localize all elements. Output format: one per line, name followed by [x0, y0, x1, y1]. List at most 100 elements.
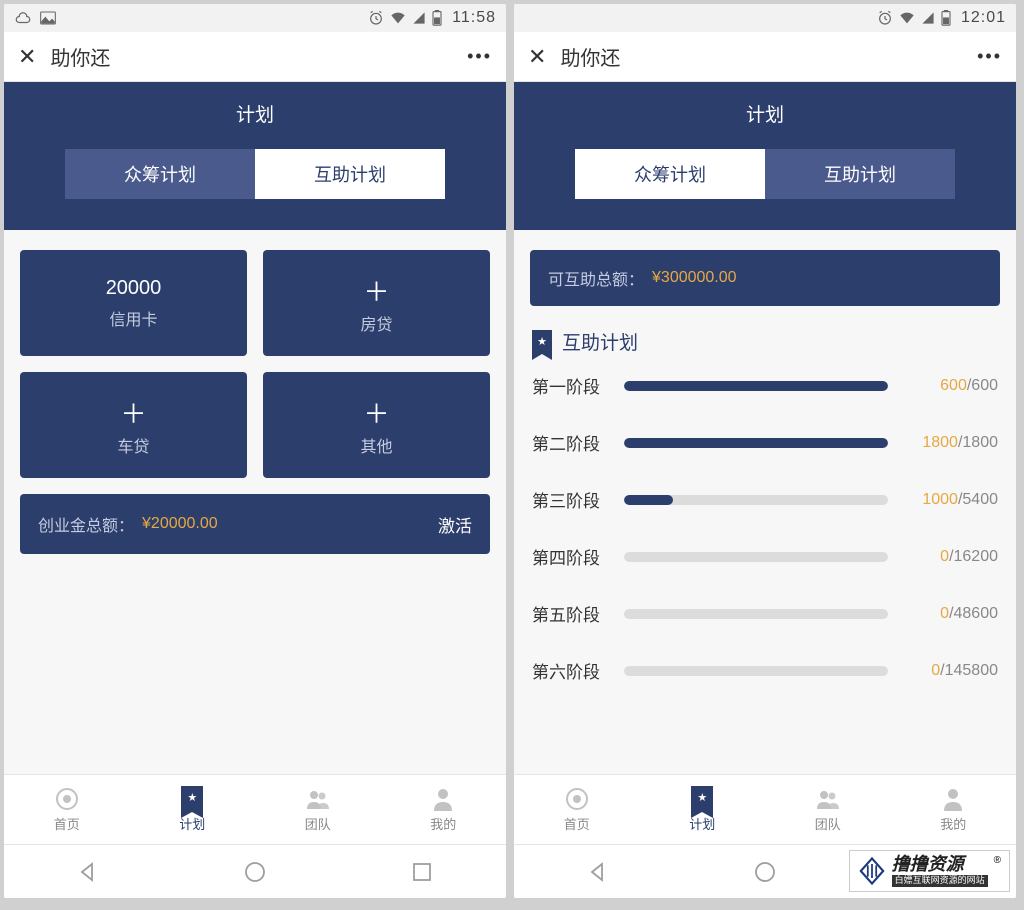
nav-mine[interactable]: 我的	[381, 775, 507, 844]
tab-crowdfunding[interactable]: 众筹计划	[575, 149, 765, 199]
tab-crowdfunding[interactable]: 众筹计划	[65, 149, 255, 199]
app-title: 助你还	[50, 42, 110, 71]
nav-plan[interactable]: ★ 计划	[130, 775, 256, 844]
nav-label: 团队	[305, 814, 331, 833]
cloud-icon	[14, 11, 32, 25]
tab-mutual[interactable]: 互助计划	[765, 149, 955, 199]
card-credit[interactable]: 20000 信用卡	[20, 250, 247, 356]
stage-row: 第一阶段 600/600	[530, 373, 1000, 398]
nav-label: 我的	[940, 814, 966, 833]
image-icon	[40, 11, 56, 25]
flag-icon: ★	[532, 330, 552, 354]
status-time: 12:01	[961, 9, 1006, 27]
stage-row: 第五阶段 0/48600	[530, 601, 1000, 626]
nav-team[interactable]: 团队	[765, 775, 891, 844]
status-bar: 12:01	[514, 4, 1016, 32]
app-title: 助你还	[560, 42, 620, 71]
status-bar: 11:58	[4, 4, 506, 32]
status-right: 11:58	[368, 9, 496, 27]
content-area: 20000 信用卡 ＋ 房贷 ＋ 车贷 ＋ 其他 创业金总额： ¥20000.0…	[4, 230, 506, 774]
card-other[interactable]: ＋ 其他	[263, 372, 490, 478]
stage-value: 0/145800	[902, 662, 998, 680]
person-icon	[940, 786, 966, 812]
flag-icon: ★	[179, 786, 205, 812]
stage-label: 第一阶段	[532, 373, 610, 398]
stage-label: 第六阶段	[532, 658, 610, 683]
progress-bar	[624, 438, 888, 448]
plus-icon: ＋	[120, 394, 146, 431]
wifi-icon	[390, 11, 406, 25]
card-mortgage[interactable]: ＋ 房贷	[263, 250, 490, 356]
nav-label: 首页	[54, 814, 80, 833]
info-label: 可互助总额：	[548, 266, 644, 290]
wifi-icon	[899, 11, 915, 25]
more-icon[interactable]: •••	[977, 46, 1002, 67]
person-icon	[430, 786, 456, 812]
phone-right: 12:01 ✕ 助你还 ••• 计划 众筹计划 互助计划 可互助总额： ¥300…	[514, 4, 1016, 898]
back-icon[interactable]	[586, 860, 610, 884]
close-icon[interactable]: ✕	[528, 44, 546, 70]
info-bar: 可互助总额： ¥300000.00	[530, 250, 1000, 306]
card-label: 车贷	[117, 433, 149, 457]
stages-list: 第一阶段600/600第二阶段1800/1800第三阶段1000/5400第四阶…	[530, 373, 1000, 683]
recent-icon[interactable]	[410, 860, 434, 884]
nav-home[interactable]: 首页	[514, 775, 640, 844]
card-label: 其他	[360, 433, 392, 457]
stage-label: 第五阶段	[532, 601, 610, 626]
nav-home[interactable]: 首页	[4, 775, 130, 844]
content-area: 可互助总额： ¥300000.00 ★ 互助计划 第一阶段 600/600 第二阶段…	[514, 230, 1016, 774]
coin-icon	[564, 786, 590, 812]
summary-label: 创业金总额：	[38, 512, 134, 536]
signal-icon	[921, 11, 935, 25]
back-icon[interactable]	[76, 860, 100, 884]
progress-bar	[624, 381, 888, 391]
progress-bar	[624, 609, 888, 619]
card-value: 20000	[106, 277, 162, 300]
summary-row: 创业金总额： ¥20000.00 激活	[20, 494, 490, 554]
card-grid: 20000 信用卡 ＋ 房贷 ＋ 车贷 ＋ 其他	[20, 250, 490, 478]
nav-label: 首页	[564, 814, 590, 833]
bottom-nav: 首页 ★ 计划 团队 我的	[514, 774, 1016, 844]
activate-button[interactable]: 激活	[438, 512, 472, 537]
team-icon	[305, 786, 331, 812]
stage-row: 第四阶段0/16200	[530, 544, 1000, 569]
watermark: 撸撸资源 白嫖互联网资源的网站 ®	[849, 850, 1010, 892]
nav-team[interactable]: 团队	[255, 775, 381, 844]
battery-icon	[432, 10, 442, 26]
card-car[interactable]: ＋ 车贷	[20, 372, 247, 478]
nav-mine[interactable]: 我的	[891, 775, 1017, 844]
alarm-icon	[368, 10, 384, 26]
progress-bar	[624, 495, 888, 505]
stage-row: 第六阶段 0/145800	[530, 658, 1000, 683]
watermark-logo-icon	[858, 857, 886, 885]
home-icon[interactable]	[753, 860, 777, 884]
summary-value: ¥20000.00	[142, 515, 218, 533]
progress-bar	[624, 666, 888, 676]
watermark-text: 撸撸资源 白嫖互联网资源的网站	[892, 855, 988, 887]
section-header: ★ 互助计划	[532, 328, 998, 355]
nav-plan[interactable]: ★ 计划	[640, 775, 766, 844]
coin-icon	[54, 786, 80, 812]
header-title: 计划	[236, 100, 274, 127]
system-nav	[4, 844, 506, 898]
stage-value: 0/16200	[902, 548, 998, 566]
signal-icon	[412, 11, 426, 25]
more-icon[interactable]: •••	[467, 46, 492, 67]
stage-value: 600/600	[902, 377, 998, 395]
plus-icon: ＋	[363, 272, 389, 309]
stage-label: 第二阶段	[532, 430, 610, 455]
stage-value: 1800/1800	[902, 434, 998, 452]
stage-row: 第二阶段 1800/1800	[530, 430, 1000, 455]
watermark-subtitle: 白嫖互联网资源的网站	[892, 875, 988, 887]
stage-label: 第三阶段	[532, 487, 610, 512]
tab-mutual[interactable]: 互助计划	[255, 149, 445, 199]
home-icon[interactable]	[243, 860, 267, 884]
close-icon[interactable]: ✕	[18, 44, 36, 70]
app-header: ✕ 助你还 •••	[514, 32, 1016, 82]
card-label: 房贷	[360, 311, 392, 335]
status-left	[14, 11, 56, 25]
stage-value: 0/48600	[902, 605, 998, 623]
tab-header: 计划 众筹计划 互助计划	[514, 82, 1016, 230]
tab-switch: 众筹计划 互助计划	[65, 149, 445, 199]
tab-header: 计划 众筹计划 互助计划	[4, 82, 506, 230]
